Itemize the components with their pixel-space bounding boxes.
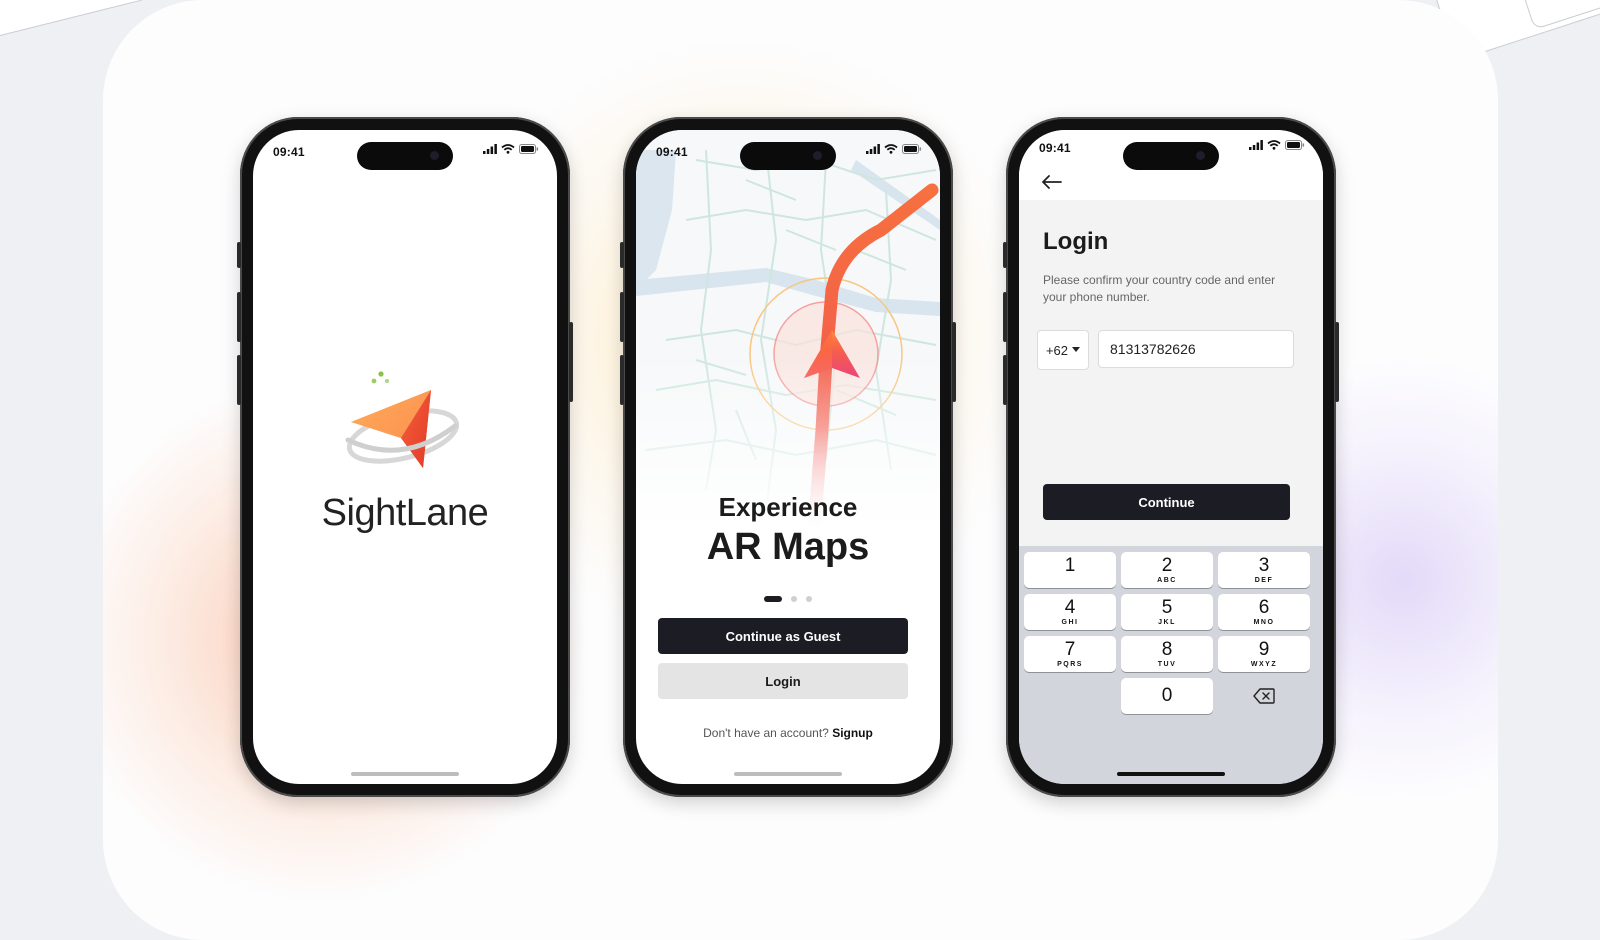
numeric-keypad: 1 2 ABC 3 DEF 4 GHI 5 JKL 6 MNO 7 PQRS 8 TUV 9W… [1019, 546, 1323, 784]
battery-icon [1285, 140, 1305, 150]
key-6[interactable]: 6 MNO [1218, 594, 1310, 630]
pager-dot[interactable] [791, 596, 797, 602]
login-screen: 09:41 Login Please confirm your country … [1019, 130, 1323, 784]
key-8[interactable]: 8 TUV [1121, 636, 1213, 672]
signal-icon [866, 144, 880, 154]
dynamic-island [740, 142, 836, 170]
key-2[interactable]: 2 ABC [1121, 552, 1213, 588]
backspace-icon [1253, 688, 1275, 704]
pager-dots [764, 596, 812, 602]
key-0[interactable]: 0 [1121, 678, 1213, 714]
phone-login: 09:41 Login Please confirm your country … [1003, 117, 1339, 797]
country-code-select[interactable]: +62 [1037, 330, 1089, 370]
login-button[interactable]: Login [658, 663, 908, 699]
phone-splash: 09:41 SightLane [237, 117, 573, 797]
wifi-icon [1267, 140, 1281, 150]
home-indicator[interactable] [351, 772, 459, 776]
key-4[interactable]: 4 GHI [1024, 594, 1116, 630]
battery-icon [902, 144, 922, 154]
arrow-left-icon[interactable] [1041, 174, 1063, 190]
delete-key[interactable] [1218, 678, 1310, 714]
headline-ar-maps: AR Maps [706, 526, 870, 568]
home-indicator[interactable] [1117, 772, 1225, 776]
key-7[interactable]: 7 PQRS [1024, 636, 1116, 672]
key-9[interactable]: 9 WXYZ [1218, 636, 1310, 672]
paper-plane-pin-icon [343, 368, 463, 478]
status-time: 09:41 [656, 145, 688, 159]
signal-icon [483, 144, 497, 154]
splash-screen: 09:41 SightLane [253, 130, 557, 784]
phone-onboarding: 09:41 Experience AR Maps Continue as Gue… [620, 117, 956, 797]
onboarding-screen: 09:41 Experience AR Maps Continue as Gue… [636, 130, 940, 784]
battery-icon [519, 144, 539, 154]
phone-number-input[interactable] [1098, 330, 1294, 368]
pager-dot[interactable] [764, 596, 782, 602]
signup-prompt-text: Don't have an account? [703, 726, 829, 740]
login-description: Please confirm your country code and ent… [1043, 273, 1276, 304]
headline-experience: Experience [718, 492, 858, 522]
pager-dot[interactable] [806, 596, 812, 602]
status-time: 09:41 [1039, 141, 1071, 155]
continue-button[interactable]: Continue [1043, 484, 1290, 520]
signup-prompt: Don't have an account? Signup [636, 726, 940, 740]
signup-link[interactable]: Signup [832, 726, 873, 740]
key-1[interactable]: 1 [1024, 552, 1116, 588]
signal-icon [1249, 140, 1263, 150]
key-5[interactable]: 5 JKL [1121, 594, 1213, 630]
status-time: 09:41 [273, 145, 305, 159]
wifi-icon [884, 144, 898, 154]
country-code-value: +62 [1045, 342, 1069, 358]
dynamic-island [1123, 142, 1219, 170]
home-indicator[interactable] [734, 772, 842, 776]
ar-map-illustration [636, 130, 940, 530]
key-3[interactable]: 3 DEF [1218, 552, 1310, 588]
login-title: Login [1043, 228, 1109, 255]
caret-down-icon [1072, 347, 1081, 352]
brand-name: SightLane [321, 492, 489, 534]
continue-as-guest-button[interactable]: Continue as Guest [658, 618, 908, 654]
wifi-icon [501, 144, 515, 154]
dynamic-island [357, 142, 453, 170]
